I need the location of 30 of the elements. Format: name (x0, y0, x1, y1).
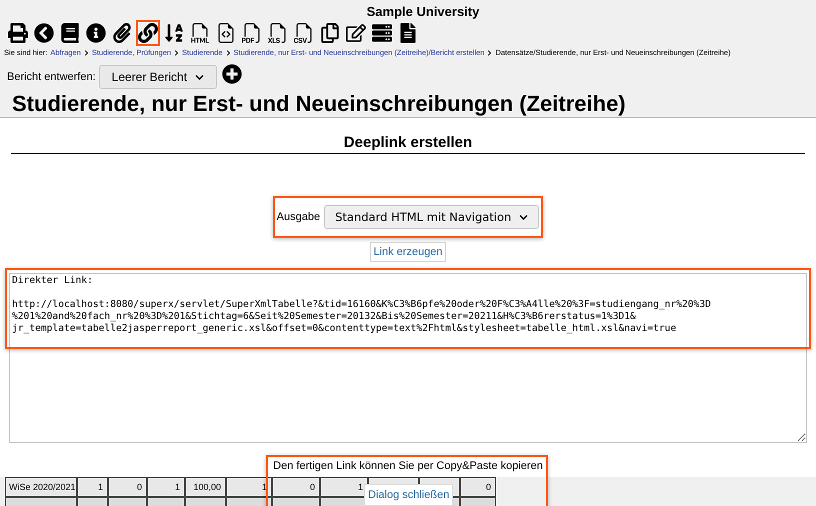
table-cell: 0 (460, 477, 496, 497)
book-icon[interactable] (58, 20, 82, 46)
chevron-icon (174, 50, 180, 56)
chevron-down-icon (519, 212, 528, 222)
table-cell: 100,00 (185, 477, 226, 497)
table-cell: 1 (226, 477, 272, 497)
printer-icon[interactable] (6, 20, 30, 46)
page-title: Studierende, nur Erst- und Neueinschreibungen (Zeitreihe) (12, 91, 626, 116)
chevron-icon (226, 50, 230, 56)
link-icon[interactable] (136, 20, 160, 46)
table-cell: 1 (320, 477, 368, 497)
create-link-button[interactable]: Link erzeugen (370, 242, 446, 262)
output-select[interactable]: Standard HTML mit Navigation (324, 205, 540, 230)
table-cell: 0 (272, 477, 320, 497)
close-dialog-button[interactable]: Dialog schließen (364, 484, 454, 506)
table-cell: 1 (77, 477, 108, 497)
link-text-field[interactable]: Direkter Link: http://localhost:8080/superx/servlet/SuperXmlTabelle?&tid=16160&K%C3%B6pfe%20oder%20F%C3%A4lle%20%3F=studiengang_nr%20%3D %201%20and%20fach_nr%20%3D%201&Stichtag=6&Seit%20Semester=20132&Bis%20Semester=20211&H%C3%B6rerstatus=1%3D1& jr_template=tabelle2jasperreport_generic.xsl&offset=0&contenttype=text%2Fhtml&stylesheet=tabelle_html.xsl&navi=true (9, 273, 807, 443)
chevron-icon (84, 50, 89, 56)
table-cell: 0 (108, 477, 147, 497)
report-select[interactable]: Leerer Bericht (98, 65, 218, 89)
table-cell: WiSe 2020/2021 (5, 477, 77, 497)
chevron-icon (487, 50, 492, 56)
add-icon[interactable] (222, 64, 242, 84)
table-cell: 1 (147, 477, 185, 497)
university-title: Sample University (366, 4, 480, 20)
chevron-down-icon (195, 72, 204, 82)
report-label: Bericht entwerfen: (7, 70, 96, 85)
dialog-title: Deeplink erstellen (344, 134, 472, 152)
output-label: Ausgabe (276, 210, 320, 225)
copy-hint: Den fertigen Link können Sie per Copy&Paste kopieren (273, 460, 543, 472)
